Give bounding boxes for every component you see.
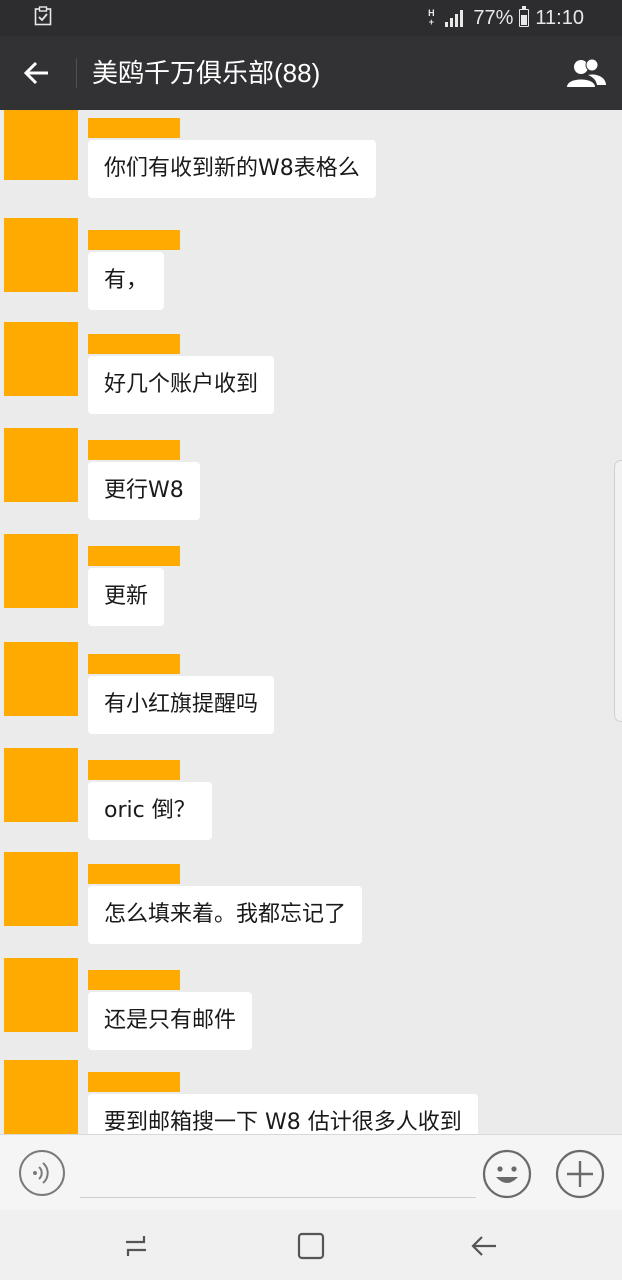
voice-icon[interactable] [18, 1149, 66, 1197]
sender-name-redacted [88, 546, 180, 566]
message-bubble[interactable]: 更行W8 [88, 462, 200, 520]
message-row: 好几个账户收到 [0, 322, 622, 432]
status-bar: H + 77% 11:10 [0, 0, 622, 36]
message-bubble[interactable]: 更新 [88, 568, 165, 626]
home-icon[interactable] [295, 1230, 327, 1262]
message-input[interactable] [80, 1151, 476, 1198]
message-row: 怎么填来着。我都忘记了 [0, 852, 622, 962]
message-bubble[interactable]: 好几个账户收到 [88, 356, 275, 414]
network-type-icon: H + [425, 9, 437, 27]
sender-name-redacted [88, 440, 180, 460]
avatar[interactable] [4, 322, 78, 396]
nav-back-icon[interactable] [468, 1230, 500, 1262]
chat-title: 美鸥千万俱乐部(88) [92, 58, 321, 88]
message-bubble[interactable]: 有小红旗提醒吗 [88, 676, 275, 734]
checklist-icon [34, 6, 52, 26]
status-time: 11:10 [535, 6, 584, 29]
sender-name-redacted [88, 118, 180, 138]
message-row: oric 倒？ [0, 748, 622, 858]
message-bubble[interactable]: 怎么填来着。我都忘记了 [88, 886, 363, 944]
message-row: 有， [0, 218, 622, 328]
network-sub-label: + [428, 17, 435, 27]
recent-apps-icon[interactable] [120, 1230, 152, 1262]
avatar[interactable] [4, 110, 78, 180]
sender-name-redacted [88, 1072, 180, 1092]
sender-name-redacted [88, 970, 180, 990]
signal-icon [445, 10, 464, 27]
avatar[interactable] [4, 534, 78, 608]
message-bubble[interactable]: 你们有收到新的W8表格么 [88, 140, 376, 198]
sender-name-redacted [88, 654, 180, 674]
message-row: 还是只有邮件 [0, 958, 622, 1068]
header-divider [76, 58, 77, 88]
sender-name-redacted [88, 864, 180, 884]
message-list[interactable]: 你们有收到新的W8表格么 有， 好几个账户收到 更行W8 更新有小红旗提醒吗 oric 倒… [0, 110, 622, 1134]
message-row: 要到邮箱搜一下 W8 估计很多人收到 [0, 1060, 622, 1134]
input-bar [0, 1134, 622, 1211]
avatar[interactable] [4, 428, 78, 502]
message-bubble[interactable]: oric 倒？ [88, 782, 212, 840]
battery-percent: 77% [473, 6, 514, 29]
message-row: 你们有收到新的W8表格么 [0, 110, 622, 216]
message-row: 有小红旗提醒吗 [0, 642, 622, 752]
message-row: 更行W8 [0, 428, 622, 538]
arrow-left-icon[interactable] [18, 54, 56, 92]
battery-icon [519, 6, 530, 27]
message-row: 更新 [0, 534, 622, 644]
battery-fill [521, 14, 528, 25]
smiley-icon[interactable] [482, 1149, 532, 1199]
message-bubble[interactable]: 还是只有邮件 [88, 992, 253, 1050]
avatar[interactable] [4, 218, 78, 292]
sender-name-redacted [88, 230, 180, 250]
avatar[interactable] [4, 748, 78, 822]
avatar[interactable] [4, 1060, 78, 1134]
avatar[interactable] [4, 852, 78, 926]
people-icon[interactable] [564, 54, 608, 92]
status-indicators: H + 77% 11:10 [425, 5, 584, 31]
avatar[interactable] [4, 642, 78, 716]
plus-icon[interactable] [555, 1149, 605, 1199]
sender-name-redacted [88, 334, 180, 354]
system-nav-bar [0, 1210, 622, 1280]
avatar[interactable] [4, 958, 78, 1032]
message-bubble[interactable]: 要到邮箱搜一下 W8 估计很多人收到 [88, 1094, 478, 1134]
sender-name-redacted [88, 760, 180, 780]
message-bubble[interactable]: 有， [88, 252, 165, 310]
chat-header: 美鸥千万俱乐部(88) [0, 36, 622, 110]
